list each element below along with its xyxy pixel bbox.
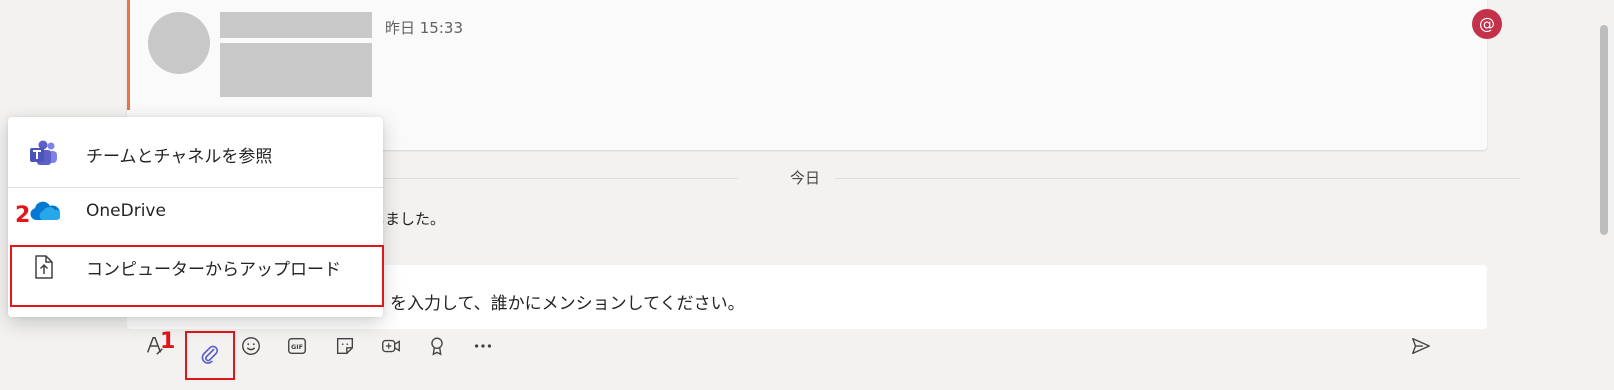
meet-now-icon[interactable]	[376, 331, 406, 361]
onedrive-icon	[28, 196, 60, 226]
upload-highlight-box	[10, 245, 384, 307]
divider-line-right	[835, 178, 1520, 179]
send-icon[interactable]	[1406, 331, 1436, 361]
menu-item-label: チームとチャネルを参照	[86, 146, 273, 167]
gif-icon[interactable]: GIF	[282, 331, 312, 361]
teams-icon	[28, 139, 60, 169]
message-timestamp: 昨日 15:33	[385, 19, 463, 37]
mention-badge-icon: @	[1472, 9, 1502, 39]
praise-icon[interactable]	[422, 331, 452, 361]
more-options-icon[interactable]	[468, 331, 498, 361]
redacted-message-body	[220, 43, 372, 97]
emoji-icon[interactable]	[236, 331, 266, 361]
step-1-label: 1	[160, 329, 176, 354]
message-accent-bar	[127, 0, 130, 110]
compose-input-text[interactable]: を入力して、誰かにメンションしてください。	[390, 289, 745, 314]
attach-highlight-box	[185, 331, 235, 380]
sticker-icon[interactable]	[330, 331, 360, 361]
redacted-sender-name	[220, 12, 372, 38]
scrollbar-thumb[interactable]	[1600, 25, 1608, 235]
avatar[interactable]	[148, 12, 210, 74]
menu-item-browse-teams[interactable]: チームとチャネルを参照	[8, 125, 383, 183]
day-divider-label: 今日	[790, 169, 821, 187]
step-2-label: 2	[15, 203, 31, 228]
menu-item-label: OneDrive	[86, 201, 166, 221]
menu-item-onedrive[interactable]: OneDrive	[8, 182, 383, 240]
divider-line-left	[383, 178, 738, 179]
gif-icon-text: GIF	[291, 343, 303, 351]
